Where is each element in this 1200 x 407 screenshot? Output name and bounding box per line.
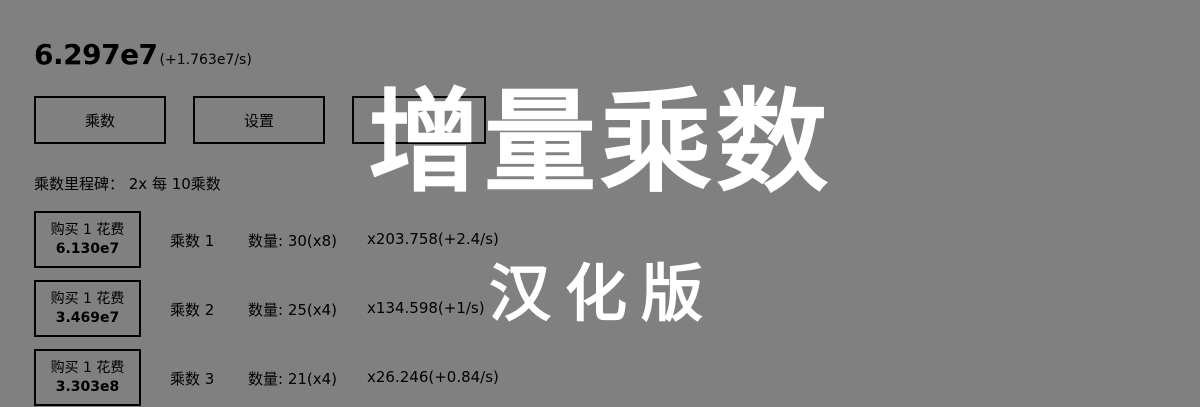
multiplier-row-3: 购买 1 花费 3.303e8 乘数 3 数量: 21(x4) x26.246(… [34, 349, 734, 407]
multiplier-name: 乘数 1 [170, 232, 215, 250]
multiplier-name: 乘数 2 [170, 301, 215, 319]
multiplier-amount: 数量: 30(x8) [248, 232, 338, 250]
multiplier-name: 乘数 3 [170, 370, 215, 388]
buy-cost: 6.130e7 [55, 240, 120, 257]
points-rate: (+1.763e7/s) [159, 52, 252, 68]
multiplier-value: x134.598(+1/s) [367, 299, 485, 317]
overlay-subtitle: 汉化版 [488, 257, 717, 330]
tab-multipliers-label: 乘数 [84, 111, 115, 130]
multiplier-amount: 数量: 21(x4) [248, 370, 338, 388]
multiplier-value: x26.246(+0.84/s) [367, 368, 499, 386]
points-display: 6.297e7 (+1.763e7/s) [34, 38, 252, 71]
overlay-title: 增量乘数 [368, 78, 832, 208]
buy-cost: 3.469e7 [55, 309, 120, 326]
buy-label: 购买 1 花费 [50, 290, 125, 307]
tab-settings-label: 设置 [243, 111, 274, 130]
buy-multiplier-3-button[interactable]: 购买 1 花费 3.303e8 [34, 349, 141, 406]
multiplier-value: x203.758(+2.4/s) [367, 230, 499, 248]
tab-settings[interactable]: 设置 [193, 96, 325, 144]
buy-multiplier-1-button[interactable]: 购买 1 花费 6.130e7 [34, 211, 141, 268]
buy-multiplier-2-button[interactable]: 购买 1 花费 3.469e7 [34, 280, 141, 337]
buy-cost: 3.303e8 [55, 378, 120, 395]
buy-label: 购买 1 花费 [50, 221, 125, 238]
buy-label: 购买 1 花费 [50, 359, 125, 376]
milestone-text: 乘数里程碑： 2x 每 10乘数 [34, 175, 221, 193]
points-value: 6.297e7 [34, 38, 158, 71]
tab-multipliers[interactable]: 乘数 [34, 96, 166, 144]
multiplier-amount: 数量: 25(x4) [248, 301, 338, 319]
